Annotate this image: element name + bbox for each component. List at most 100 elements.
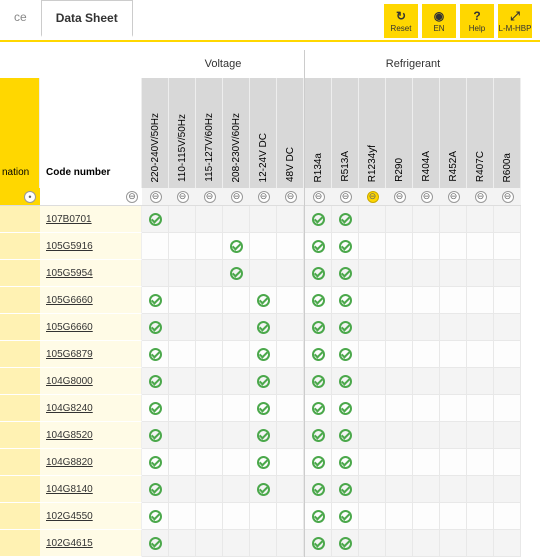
data-cell [359, 476, 386, 503]
data-cell [467, 233, 494, 260]
data-cell [494, 368, 521, 395]
col-header[interactable]: R404A [413, 78, 440, 188]
col-header[interactable]: 110-115V/50Hz [169, 78, 196, 188]
filter-code[interactable]: ⊖ [126, 191, 138, 203]
code-link[interactable]: 104G8140 [46, 484, 93, 495]
data-cell [494, 503, 521, 530]
filter-toggle[interactable]: ⊖ [285, 191, 297, 203]
code-link[interactable]: 104G8520 [46, 430, 93, 441]
data-cell [332, 476, 359, 503]
col-header[interactable]: R290 [386, 78, 413, 188]
code-link[interactable]: 104G8240 [46, 403, 93, 414]
data-cell [413, 449, 440, 476]
col-header[interactable]: 12-24V DC [250, 78, 277, 188]
filter-toggle[interactable]: ⊖ [258, 191, 270, 203]
col-header[interactable]: R1234yf [359, 78, 386, 188]
check-icon [312, 537, 325, 550]
code-link[interactable]: 102G4550 [46, 511, 93, 522]
data-cell [386, 287, 413, 314]
code-link[interactable]: 105G6660 [46, 295, 93, 306]
code-link[interactable]: 102G4615 [46, 538, 93, 549]
data-cell [196, 422, 223, 449]
header-code: Code number [40, 78, 142, 188]
data-col: R404A ⊖ [413, 78, 440, 557]
filter-toggle[interactable]: ⊖ [204, 191, 216, 203]
code-cell: 105G5954 [40, 260, 142, 287]
filter-toggle[interactable]: ⊖ [231, 191, 243, 203]
col-header[interactable]: R600a [494, 78, 521, 188]
header-nation: nation [0, 78, 40, 188]
filter-toggle[interactable]: ⊖ [177, 191, 189, 203]
filter-toggle[interactable]: ⊖ [340, 191, 352, 203]
check-icon [339, 510, 352, 523]
data-cell [196, 233, 223, 260]
check-icon [339, 321, 352, 334]
data-cell [467, 449, 494, 476]
data-cell [386, 368, 413, 395]
filter-toggle[interactable]: ⊖ [421, 191, 433, 203]
filter-toggle[interactable]: ⊖ [475, 191, 487, 203]
data-cell [359, 206, 386, 233]
check-icon [339, 483, 352, 496]
code-cell: 105G6879 [40, 341, 142, 368]
col-header[interactable]: R407C [467, 78, 494, 188]
table-row [0, 260, 40, 287]
data-cell [196, 368, 223, 395]
col-header[interactable]: 220-240V/50Hz [142, 78, 169, 188]
table-row [0, 476, 40, 503]
check-icon [149, 429, 162, 442]
help-button[interactable]: ?Help [460, 4, 494, 38]
data-col: 220-240V/50Hz ⊖ [142, 78, 169, 557]
code-link[interactable]: 104G8820 [46, 457, 93, 468]
col-header[interactable]: 208-230V/60Hz [223, 78, 250, 188]
check-icon [339, 213, 352, 226]
data-cell [386, 476, 413, 503]
data-col: 48V DC ⊖ [277, 78, 304, 557]
data-cell [467, 503, 494, 530]
col-header[interactable]: 48V DC [277, 78, 304, 188]
filter-toggle[interactable]: ⊖ [448, 191, 460, 203]
tab-prev[interactable]: ce [0, 0, 41, 34]
data-cell [494, 530, 521, 557]
filter-toggle[interactable]: ⊖ [150, 191, 162, 203]
filter-nation[interactable] [24, 191, 36, 203]
refrigerant-cols: R134a⊖R513A⊖R1234yf⊖R290⊖R404A⊖R452A⊖R40… [305, 78, 521, 557]
data-cell [196, 449, 223, 476]
data-cell [250, 287, 277, 314]
col-header[interactable]: R134a [305, 78, 332, 188]
data-cell [250, 449, 277, 476]
code-link[interactable]: 105G5916 [46, 241, 93, 252]
code-link[interactable]: 105G6660 [46, 322, 93, 333]
units-button[interactable]: ⤢L-M-HBP [498, 4, 532, 38]
data-col: 208-230V/60Hz ⊖ [223, 78, 250, 557]
data-cell [359, 530, 386, 557]
data-cell [413, 395, 440, 422]
code-cell: 105G6660 [40, 314, 142, 341]
check-icon [230, 240, 243, 253]
code-link[interactable]: 104G8000 [46, 376, 93, 387]
data-cell [386, 530, 413, 557]
filter-toggle[interactable]: ⊖ [313, 191, 325, 203]
lang-button[interactable]: ◉EN [422, 4, 456, 38]
col-header[interactable]: R452A [440, 78, 467, 188]
filter-toggle[interactable]: ⊖ [367, 191, 379, 203]
check-icon [149, 456, 162, 469]
code-link[interactable]: 105G6879 [46, 349, 93, 360]
col-header[interactable]: R513A [332, 78, 359, 188]
filter-toggle[interactable]: ⊖ [394, 191, 406, 203]
check-icon [339, 267, 352, 280]
filter-toggle[interactable]: ⊖ [502, 191, 514, 203]
data-cell [196, 530, 223, 557]
data-cell [359, 314, 386, 341]
data-cell [223, 314, 250, 341]
check-icon [230, 267, 243, 280]
code-link[interactable]: 107B0701 [46, 214, 92, 225]
tab-datasheet[interactable]: Data Sheet [41, 0, 133, 37]
data-cell [386, 422, 413, 449]
code-link[interactable]: 105G5954 [46, 268, 93, 279]
data-cell [196, 314, 223, 341]
reset-button[interactable]: ↻Reset [384, 4, 418, 38]
table-row [0, 206, 40, 233]
col-header[interactable]: 115-127V/60Hz [196, 78, 223, 188]
data-cell [305, 449, 332, 476]
